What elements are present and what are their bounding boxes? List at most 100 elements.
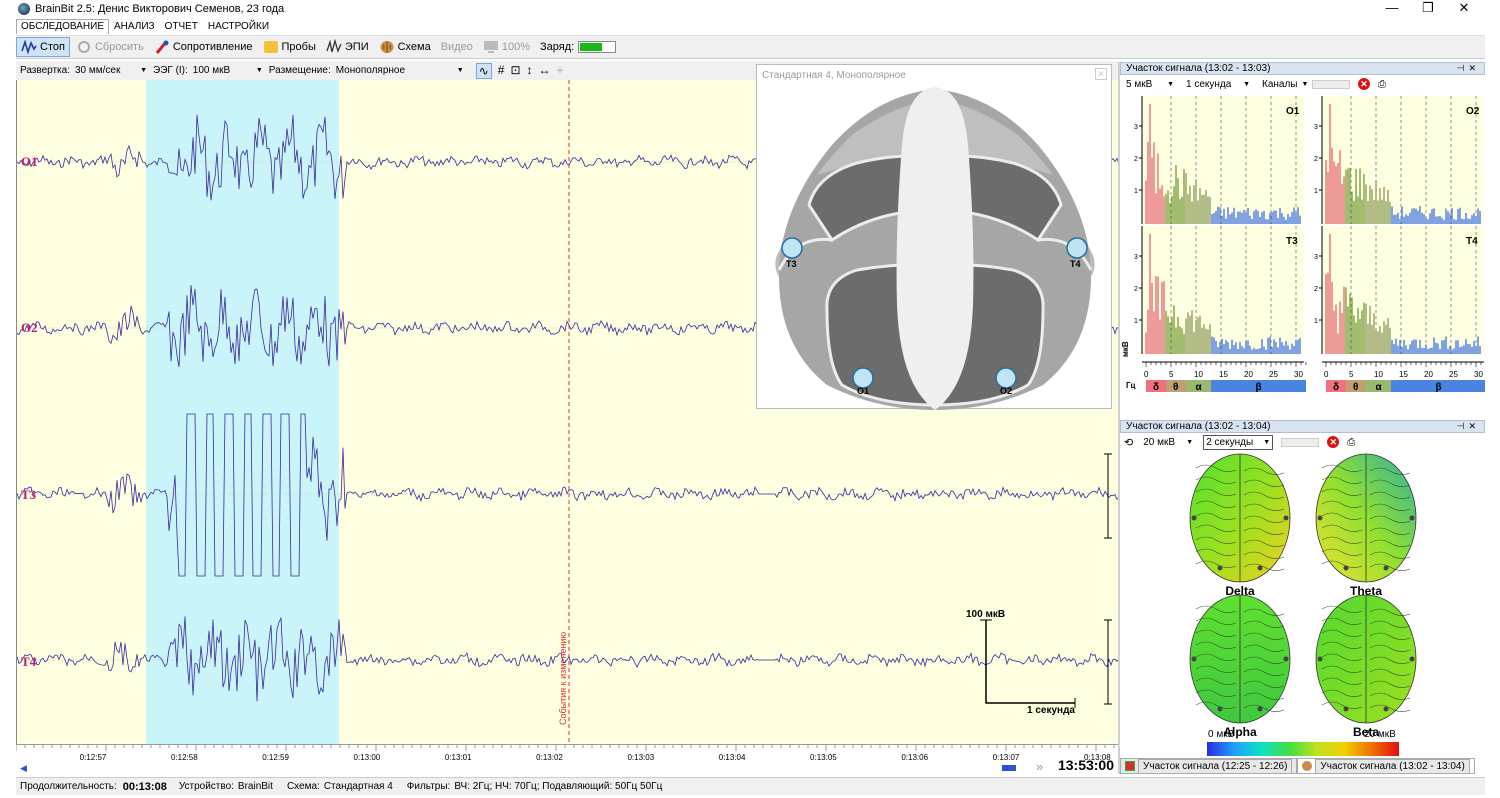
video-button[interactable]: Видео bbox=[437, 37, 477, 57]
battery-bar bbox=[578, 41, 617, 53]
select-area-icon[interactable]: ⊡ bbox=[510, 63, 520, 79]
y-tick-label: 1 bbox=[1314, 188, 1318, 195]
maps-panel-title: Участок сигнала (13:02 - 13:04) bbox=[1126, 421, 1271, 432]
time-tick-label: 0:13:01 bbox=[444, 753, 472, 762]
x-tick-label: 20 bbox=[1244, 370, 1253, 379]
crosshair-icon[interactable]: + bbox=[557, 63, 564, 79]
delete-icon[interactable]: ✕ bbox=[1327, 436, 1340, 448]
x-unit-label: Гц bbox=[1126, 381, 1136, 390]
trace-mode-icon[interactable]: ∿ bbox=[475, 62, 492, 79]
vertical-scale-icon[interactable]: ↕ bbox=[527, 63, 533, 79]
scheme-value: Стандартная 4 bbox=[323, 781, 393, 792]
map-electrode bbox=[1257, 565, 1263, 571]
placement-label: Размещение: bbox=[268, 65, 331, 76]
electrode-o1[interactable] bbox=[852, 367, 874, 389]
maps-window-select[interactable]: 2 секунды ▼ bbox=[1203, 434, 1274, 450]
x-tick-label: 0 bbox=[1324, 370, 1329, 379]
sweep-select[interactable]: 30 мм/сек ▼ bbox=[73, 63, 149, 78]
band-label: δ bbox=[1153, 382, 1159, 393]
band-label: θ bbox=[1353, 382, 1358, 393]
time-tick-label: 0:13:06 bbox=[901, 753, 929, 762]
electrode-label-t3: T3 bbox=[786, 259, 797, 269]
maps-settings-icon[interactable]: ⟲ bbox=[1124, 436, 1133, 449]
channels-select[interactable]: Каналы ▼ bbox=[1260, 76, 1308, 92]
progress-box bbox=[1281, 437, 1320, 447]
scheme-button[interactable]: Схема bbox=[375, 37, 435, 57]
time-tick-label: 0:13:03 bbox=[627, 753, 655, 762]
duration-label: Продолжительность: bbox=[20, 781, 117, 792]
filters-value: ВЧ: 2Гц; НЧ: 70Гц; Подавляющий: 50Гц 50Г… bbox=[454, 781, 663, 792]
window-title: BrainBit 2.5: Денис Викторович Семенов, … bbox=[35, 3, 285, 15]
grid-icon[interactable]: # bbox=[498, 63, 505, 79]
time-tick-label: 0:12:59 bbox=[262, 753, 289, 762]
scale-max-label: 20 мкВ bbox=[1364, 729, 1396, 740]
wave-icon bbox=[21, 39, 37, 55]
y-tick-label: 1 bbox=[1134, 188, 1138, 195]
duration-value: 00:13:08 bbox=[122, 780, 167, 793]
spectrum-channel-t3: T3 bbox=[1286, 236, 1298, 247]
stop-button[interactable]: Стоп bbox=[16, 37, 70, 57]
y-tick-label: 3 bbox=[1134, 254, 1138, 261]
electrode-t4[interactable] bbox=[1066, 237, 1088, 259]
band-label: β bbox=[1256, 382, 1262, 393]
band-label: α bbox=[1196, 382, 1203, 393]
electrode-o2[interactable] bbox=[995, 367, 1017, 389]
electrode-label-t4: T4 bbox=[1070, 259, 1081, 269]
spectrum-amplitude-select[interactable]: 5 мкВ ▼ bbox=[1124, 76, 1176, 92]
electrode-label-o1: O1 bbox=[857, 386, 870, 396]
dropdown-arrow-icon: ▼ bbox=[1301, 80, 1309, 88]
epi-button[interactable]: ЭПИ bbox=[322, 37, 373, 57]
zoom-button[interactable]: 100% bbox=[479, 37, 534, 57]
maximize-button[interactable]: ❐ bbox=[1410, 0, 1446, 16]
delete-icon[interactable]: ✕ bbox=[1358, 78, 1370, 90]
maps-amplitude-select[interactable]: 20 мкВ ▼ bbox=[1141, 434, 1196, 450]
menu-examination[interactable]: ОБСЛЕДОВАНИЕ bbox=[16, 19, 109, 34]
probes-button[interactable]: Пробы bbox=[259, 37, 320, 57]
fast-forward-icon[interactable]: » bbox=[1036, 759, 1043, 774]
scroll-left-icon[interactable]: ◀ bbox=[20, 763, 27, 774]
map-electrode bbox=[1409, 515, 1415, 521]
menu-settings[interactable]: НАСТРОЙКИ bbox=[203, 19, 274, 34]
x-tick-label: 30 bbox=[1474, 370, 1483, 379]
print-icon[interactable]: ⎙ bbox=[1347, 437, 1355, 448]
close-button[interactable]: ✕ bbox=[1446, 0, 1482, 16]
y-unit-label: мкВ bbox=[1121, 341, 1130, 357]
event-marker-label: События к изменению bbox=[558, 632, 568, 725]
print-icon[interactable]: ⎙ bbox=[1378, 79, 1386, 90]
dropdown-arrow-icon: ▼ bbox=[1167, 80, 1174, 88]
spectrum-panel-header: Участок сигнала (13:02 - 13:03) ⊣✕ bbox=[1120, 62, 1485, 75]
resistance-button[interactable]: Сопротивление bbox=[150, 37, 257, 57]
electrode-t3[interactable] bbox=[781, 237, 803, 259]
menu-analysis[interactable]: АНАЛИЗ bbox=[109, 19, 160, 34]
horizontal-scale-icon[interactable]: ↔ bbox=[539, 63, 551, 79]
channel-label-o2: O2 bbox=[21, 320, 38, 335]
brain-icon bbox=[380, 41, 394, 53]
epi-wave-icon bbox=[326, 39, 342, 53]
scheme-label: Схема: bbox=[286, 781, 320, 792]
minimize-button[interactable]: — bbox=[1374, 0, 1410, 16]
band-label: α bbox=[1376, 382, 1383, 393]
tab-segment-2[interactable]: Участок сигнала (13:02 - 13:04) bbox=[1297, 758, 1475, 774]
pin-close-icons[interactable]: ⊣✕ bbox=[1457, 63, 1480, 74]
map-electrode bbox=[1383, 706, 1389, 712]
spectrum-controls: 5 мкВ ▼ 1 секунда ▼ Каналы ▼ ✕ ⎙ bbox=[1120, 75, 1485, 93]
timeline-position-indicator[interactable] bbox=[1002, 765, 1016, 771]
x-tick-label: 25 bbox=[1449, 370, 1458, 379]
placement-select[interactable]: Монополярное ▼ bbox=[333, 63, 466, 78]
pin-close-icons[interactable]: ⊣✕ bbox=[1457, 421, 1480, 432]
menu-bar: ОБСЛЕДОВАНИЕ АНАЛИЗ ОТЧЕТ НАСТРОЙКИ bbox=[16, 19, 274, 34]
map-electrode bbox=[1383, 565, 1389, 571]
channel-label-o1: O1 bbox=[21, 154, 38, 169]
menu-report[interactable]: ОТЧЕТ bbox=[160, 19, 203, 34]
spectrum-window-select[interactable]: 1 секунда ▼ bbox=[1184, 76, 1252, 92]
x-tick-label: 0 bbox=[1144, 370, 1149, 379]
map-label-theta: Theta bbox=[1349, 584, 1383, 598]
tab-segment-1[interactable]: Участок сигнала (12:25 - 12:26) bbox=[1120, 758, 1298, 774]
x-tick-label: 30 bbox=[1294, 370, 1303, 379]
map-electrode bbox=[1283, 656, 1289, 662]
y-tick-label: 3 bbox=[1134, 124, 1138, 131]
reset-button[interactable]: Сбросить bbox=[72, 37, 148, 57]
spectrum-plots: 3213213213210 5 10 15 20 25 30δ θ α β0 5 10 15 20 25 30… bbox=[1121, 96, 1485, 393]
eeg-amplitude-select[interactable]: 100 мкВ ▼ bbox=[190, 63, 265, 78]
x-tick-label: 10 bbox=[1194, 370, 1203, 379]
